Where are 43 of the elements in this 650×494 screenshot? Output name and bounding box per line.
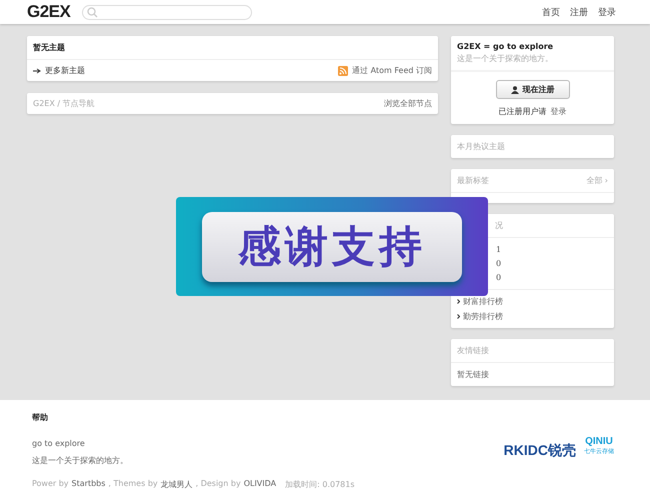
credit-link[interactable]: Startbbs — [72, 479, 106, 490]
search-icon — [87, 6, 98, 18]
credit-link[interactable]: 龙城男人 — [160, 479, 193, 490]
nav-link[interactable]: 首页 — [542, 6, 560, 18]
card-title: 本月热议主题 — [457, 141, 505, 152]
nav-link[interactable]: 登录 — [598, 6, 616, 18]
credit-link[interactable]: OLIVIDA — [244, 479, 276, 490]
empty-text: 暂无链接 — [457, 369, 489, 380]
credit-text: Power by — [32, 479, 69, 490]
footer-title: 帮助 — [32, 412, 49, 423]
card-title: 友情链接 — [457, 345, 489, 356]
arrow-icon — [33, 68, 41, 74]
more-topics-link[interactable]: 更多新主题 — [45, 65, 85, 76]
footer-description: 这是一个关于探索的地方。 — [32, 455, 129, 466]
footer-tagline: go to explore — [32, 439, 86, 448]
registered-text: 已注册用户请 — [498, 106, 546, 117]
credit-text: , Themes by — [108, 479, 158, 490]
ranking-link[interactable]: 勤劳排行榜 — [463, 311, 503, 322]
intro-title: G2EX = go to explore — [457, 42, 554, 51]
stat-value: 1 — [496, 245, 502, 254]
sponsor-logo[interactable]: RKIDC锐壳 — [504, 442, 576, 460]
nav-link[interactable]: 注册 — [570, 6, 588, 18]
intro-subtitle: 这是一个关于探索的地方。 — [457, 53, 554, 64]
card-title: 况 — [495, 220, 503, 231]
ranking-link[interactable]: 财富排行榜 — [463, 296, 503, 307]
rss-icon — [338, 66, 348, 76]
banner-text: 感谢支持 — [238, 220, 426, 274]
feed-link[interactable]: 通过 Atom Feed 订阅 — [352, 65, 432, 76]
site-logo[interactable]: G2EX — [27, 2, 70, 22]
card-title: 暂无主题 — [33, 43, 65, 52]
stat-value: 0 — [496, 259, 502, 268]
credit-text: 加载时间: 0.0781s — [285, 479, 355, 490]
breadcrumb: G2EX / 节点导航 — [33, 98, 95, 109]
register-button[interactable]: 现在注册 — [496, 80, 570, 99]
card-title: 最新标签 — [457, 175, 489, 186]
chevron-icon — [457, 314, 460, 319]
credit-text: , Design by — [196, 479, 241, 490]
chevron-icon — [457, 299, 460, 304]
user-icon — [510, 86, 518, 94]
login-link[interactable]: 登录 — [550, 106, 566, 117]
all-nodes-link[interactable]: 浏览全部节点 — [384, 98, 432, 109]
search-field[interactable] — [82, 4, 252, 20]
stat-value: 0 — [496, 273, 502, 282]
